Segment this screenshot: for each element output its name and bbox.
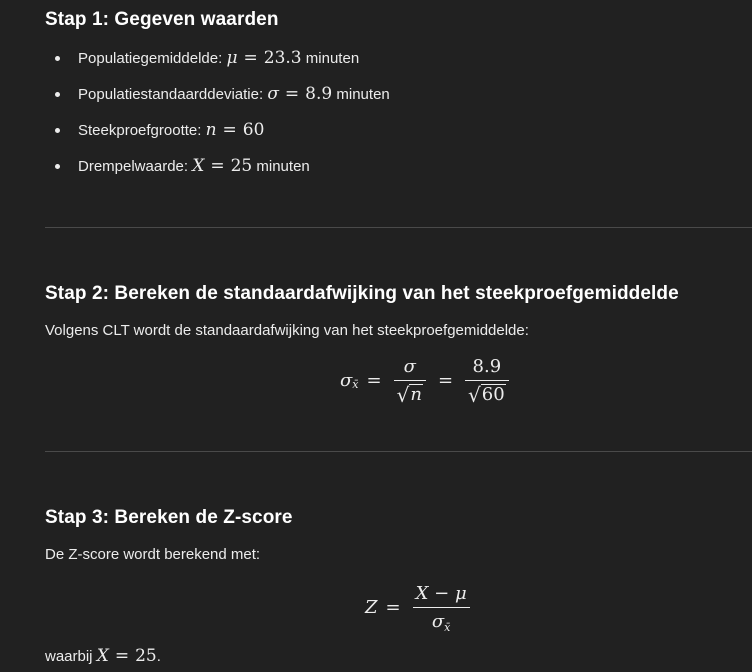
item-label: Populatiestandaarddeviatie: — [78, 86, 264, 103]
item-unit: minuten — [256, 158, 310, 175]
list-item: Populatiestandaarddeviatie: σ = 8.9 minute… — [45, 80, 390, 116]
item-math: X = 25 — [192, 156, 253, 176]
sigma-xbar-formula: σ x̄ = σ √ n = 8.9 √ 60 — [340, 356, 513, 405]
fraction: X − μ σx̄ — [412, 583, 470, 634]
step2-heading: Stap 2: Bereken de standaardafwijking va… — [45, 283, 679, 304]
divider — [45, 451, 752, 452]
item-math: n = 60 — [205, 120, 265, 140]
list-item: Steekproefgrootte: n = 60 — [45, 116, 390, 152]
item-label: Drempelwaarde: — [78, 158, 189, 175]
item-unit: minuten — [336, 86, 390, 103]
step1-heading: Stap 1: Gegeven waarden — [45, 9, 279, 30]
step3-text: De Z-score wordt berekend met: — [45, 546, 261, 563]
fraction-denominator: √ n — [396, 382, 423, 407]
item-label: Steekproefgrootte: — [78, 122, 202, 139]
fraction-symbolic: σ √ n — [393, 356, 426, 407]
step3-after-text: waarbij X = 25. — [45, 646, 161, 666]
formula-equals: = — [366, 369, 382, 391]
item-math: μ = 23.3 — [226, 48, 302, 68]
list-item: Populatiegemiddelde: μ = 23.3 minuten — [45, 44, 390, 80]
item-unit: minuten — [305, 50, 360, 67]
z-score-formula: Z = X − μ σx̄ — [365, 583, 474, 634]
formula-equals: = — [385, 597, 401, 618]
step2-text: Volgens CLT wordt de standaardafwijking … — [45, 322, 529, 339]
page: Stap 1: Gegeven waarden Populatiegemidde… — [0, 0, 752, 672]
formula-lhs: Z — [365, 597, 378, 618]
fraction-denominator: √ 60 — [468, 382, 506, 407]
fraction-numeric: 8.9 √ 60 — [465, 356, 509, 405]
item-label: Populatiegemiddelde: — [78, 50, 223, 67]
formula-lhs-sub: x̄ — [352, 377, 359, 391]
fraction-denominator: σx̄ — [431, 611, 451, 634]
fraction-numerator: X − μ — [415, 583, 467, 604]
step3-heading: Stap 3: Bereken de Z-score — [45, 507, 293, 528]
item-math: σ = 8.9 — [267, 84, 333, 104]
formula-lhs: σ — [340, 369, 353, 391]
formula-equals: = — [437, 369, 454, 391]
given-values-list: Populatiegemiddelde: μ = 23.3 minuten Popu… — [45, 44, 390, 188]
divider — [45, 227, 752, 228]
fraction-numerator: 8.9 — [472, 356, 502, 377]
list-item: Drempelwaarde: X = 25 minuten — [45, 152, 390, 188]
fraction-numerator: σ — [403, 356, 416, 377]
